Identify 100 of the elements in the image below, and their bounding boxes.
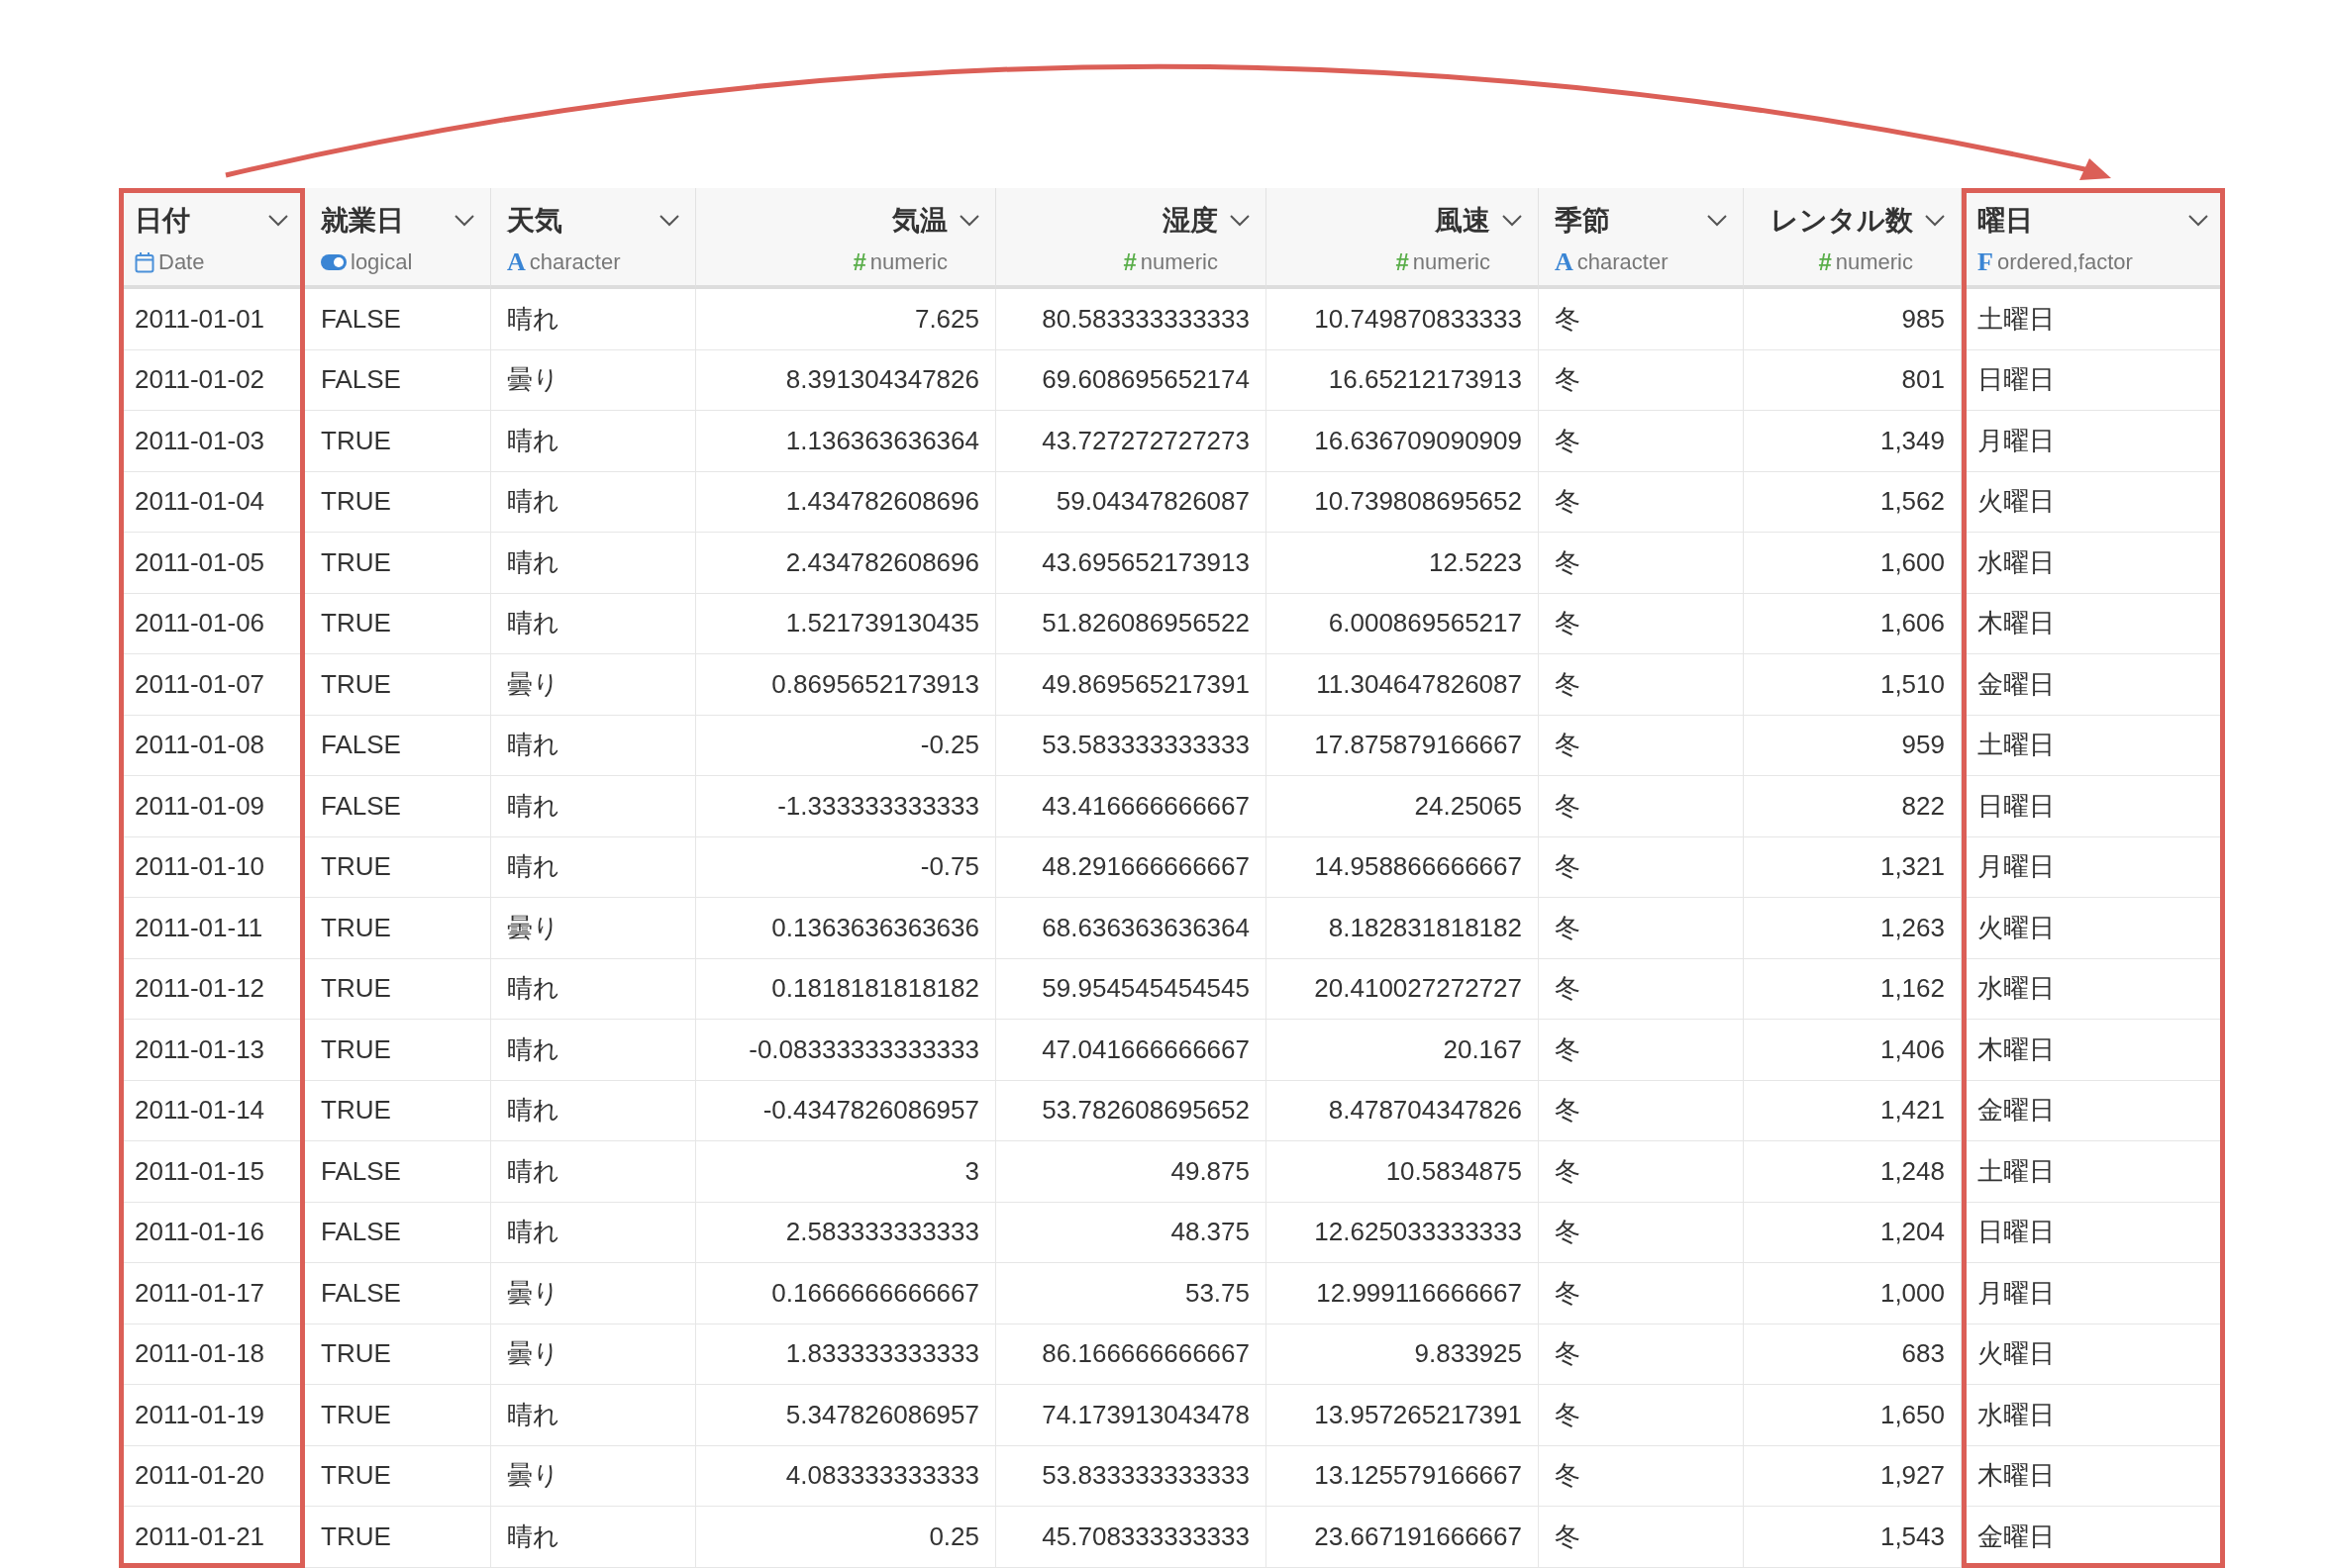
column-type: numeric (869, 248, 948, 276)
table-cell: 晴れ (491, 776, 696, 837)
table-cell: 冬 (1539, 654, 1744, 716)
table-cell: FALSE (305, 349, 491, 411)
column-name: 季節 (1555, 204, 1610, 238)
table-cell: 2011-01-05 (119, 533, 305, 594)
table-cell: 2011-01-07 (119, 654, 305, 716)
table-cell: 冬 (1539, 1202, 1744, 1263)
table-cell: 49.875 (996, 1141, 1266, 1203)
table-cell: 6.000869565217 (1266, 593, 1539, 654)
chevron-down-icon[interactable] (1925, 215, 1945, 227)
table-cell: 822 (1744, 776, 1962, 837)
table-cell: -1.333333333333 (696, 776, 996, 837)
table-cell: 晴れ (491, 593, 696, 654)
column-header[interactable]: 気温 # numeric (696, 188, 996, 289)
type-mark: F (1977, 248, 1993, 275)
column-name: 曜日 (1977, 204, 2033, 238)
table-cell: 晴れ (491, 1507, 696, 1568)
table-cell: 月曜日 (1962, 1263, 2225, 1324)
table-cell: 2011-01-06 (119, 593, 305, 654)
table-cell: 2011-01-14 (119, 1080, 305, 1141)
chevron-down-icon[interactable] (659, 215, 679, 227)
chevron-down-icon[interactable] (268, 215, 288, 227)
table-cell: 水曜日 (1962, 533, 2225, 594)
table-cell: 0.8695652173913 (696, 654, 996, 716)
table-cell: 74.173913043478 (996, 1385, 1266, 1446)
column-name: 日付 (135, 204, 190, 238)
table-cell: 冬 (1539, 715, 1744, 776)
column-header[interactable]: 就業日 logical (305, 188, 491, 289)
table-cell: 2011-01-04 (119, 471, 305, 533)
chevron-down-icon[interactable] (1707, 215, 1727, 227)
table-cell: 日曜日 (1962, 1202, 2225, 1263)
table-cell: 冬 (1539, 776, 1744, 837)
type-mark: # (1123, 249, 1137, 274)
table-cell: 晴れ (491, 1385, 696, 1446)
column-type: ordered,factor (1996, 248, 2133, 276)
table-cell: 59.04347826087 (996, 471, 1266, 533)
table-cell: 水曜日 (1962, 1385, 2225, 1446)
table-cell: 晴れ (491, 1141, 696, 1203)
table-cell: 0.1666666666667 (696, 1263, 996, 1324)
column-header[interactable]: レンタル数 # numeric (1744, 188, 1962, 289)
table-cell: 12.625033333333 (1266, 1202, 1539, 1263)
table-cell: 冬 (1539, 1323, 1744, 1385)
table-cell: 冬 (1539, 289, 1744, 350)
table-cell: 959 (1744, 715, 1962, 776)
column-header[interactable]: 天気 Acharacter (491, 188, 696, 289)
table-cell: TRUE (305, 411, 491, 472)
table-cell: TRUE (305, 1080, 491, 1141)
table-cell: 火曜日 (1962, 471, 2225, 533)
table-cell: 13.125579166667 (1266, 1445, 1539, 1507)
table-cell: 2011-01-02 (119, 349, 305, 411)
table-cell: 月曜日 (1962, 411, 2225, 472)
table-cell: 2011-01-08 (119, 715, 305, 776)
chevron-down-icon[interactable] (1230, 215, 1250, 227)
table-cell: 1,600 (1744, 533, 1962, 594)
table-cell: 43.416666666667 (996, 776, 1266, 837)
table-cell: 24.25065 (1266, 776, 1539, 837)
table-cell: 日曜日 (1962, 776, 2225, 837)
table-cell: 水曜日 (1962, 958, 2225, 1020)
chevron-down-icon[interactable] (455, 215, 474, 227)
table-cell: 1,406 (1744, 1020, 1962, 1081)
column-header[interactable]: 風速 # numeric (1266, 188, 1539, 289)
table-cell: 1.136363636364 (696, 411, 996, 472)
chevron-down-icon[interactable] (1502, 215, 1522, 227)
chevron-down-icon[interactable] (2188, 215, 2208, 227)
table-cell: 14.958866666667 (1266, 836, 1539, 898)
table-cell: 8.182831818182 (1266, 898, 1539, 959)
table-cell: 16.636709090909 (1266, 411, 1539, 472)
table-cell: 1,927 (1744, 1445, 1962, 1507)
table-cell: 47.041666666667 (996, 1020, 1266, 1081)
table-cell: 冬 (1539, 1507, 1744, 1568)
table-cell: 冬 (1539, 1385, 1744, 1446)
table-cell: 9.833925 (1266, 1323, 1539, 1385)
table-cell: TRUE (305, 836, 491, 898)
table-cell: 冬 (1539, 836, 1744, 898)
column-type: character (1576, 248, 1669, 276)
table-cell: TRUE (305, 1323, 491, 1385)
column-type: numeric (1412, 248, 1490, 276)
column-type: character (529, 248, 621, 276)
column-header[interactable]: 湿度 # numeric (996, 188, 1266, 289)
table-cell: 晴れ (491, 1020, 696, 1081)
table-cell: 冬 (1539, 898, 1744, 959)
table-cell: 0.25 (696, 1507, 996, 1568)
column-name: 気温 (892, 204, 948, 238)
column-header[interactable]: 季節 Acharacter (1539, 188, 1744, 289)
table-cell: 2011-01-11 (119, 898, 305, 959)
table-cell: 金曜日 (1962, 1507, 2225, 1568)
table-cell: 1,263 (1744, 898, 1962, 959)
table-cell: 10.749870833333 (1266, 289, 1539, 350)
table-cell: 2011-01-16 (119, 1202, 305, 1263)
type-mark: A (1555, 248, 1573, 275)
table-cell: 2011-01-20 (119, 1445, 305, 1507)
table-cell: 2011-01-01 (119, 289, 305, 350)
table-cell: 2011-01-17 (119, 1263, 305, 1324)
table-cell: 木曜日 (1962, 1445, 2225, 1507)
table-cell: -0.4347826086957 (696, 1080, 996, 1141)
chevron-down-icon[interactable] (960, 215, 979, 227)
table-cell: 金曜日 (1962, 654, 2225, 716)
table-cell: 1.833333333333 (696, 1323, 996, 1385)
table-cell: 43.695652173913 (996, 533, 1266, 594)
